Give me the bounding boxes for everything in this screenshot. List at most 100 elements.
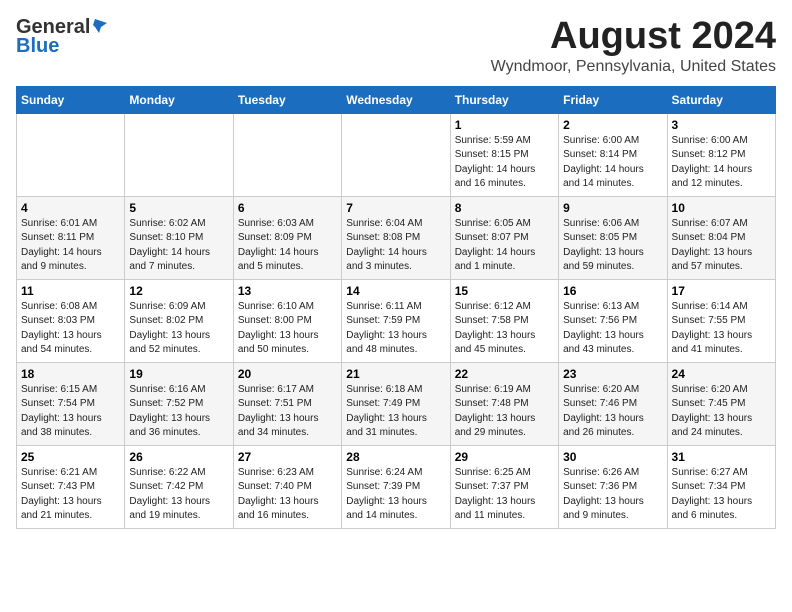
day-number: 24 [672, 367, 771, 381]
page-header: General Blue August 2024 Wyndmoor, Penns… [16, 16, 776, 76]
day-number: 30 [563, 450, 662, 464]
day-header-monday: Monday [125, 86, 233, 113]
day-number: 28 [346, 450, 445, 464]
day-info: Sunrise: 6:05 AM Sunset: 8:07 PM Dayligh… [455, 217, 554, 275]
day-info: Sunrise: 6:13 AM Sunset: 7:56 PM Dayligh… [563, 300, 662, 358]
title-area: August 2024 Wyndmoor, Pennsylvania, Unit… [491, 16, 776, 76]
calendar-week-row: 1 Sunrise: 5:59 AM Sunset: 8:15 PM Daylig… [17, 113, 776, 196]
calendar-day-cell: 31 Sunrise: 6:27 AM Sunset: 7:34 PM Dayli… [667, 445, 775, 528]
calendar-day-cell: 23 Sunrise: 6:20 AM Sunset: 7:46 PM Dayli… [559, 362, 667, 445]
calendar-day-cell: 15 Sunrise: 6:12 AM Sunset: 7:58 PM Dayli… [450, 279, 558, 362]
day-number: 19 [129, 367, 228, 381]
calendar-week-row: 11 Sunrise: 6:08 AM Sunset: 8:03 PM Dayli… [17, 279, 776, 362]
calendar-table: SundayMondayTuesdayWednesdayThursdayFrid… [16, 86, 776, 529]
location-title: Wyndmoor, Pennsylvania, United States [491, 58, 776, 76]
day-info: Sunrise: 6:02 AM Sunset: 8:10 PM Dayligh… [129, 217, 228, 275]
day-number: 23 [563, 367, 662, 381]
day-info: Sunrise: 6:23 AM Sunset: 7:40 PM Dayligh… [238, 466, 337, 524]
day-header-tuesday: Tuesday [233, 86, 341, 113]
calendar-day-cell: 30Sunrise: 6:26 AM Sunset: 7:36 PM Dayli… [559, 445, 667, 528]
day-number: 11 [21, 284, 120, 298]
day-info: Sunrise: 6:08 AM Sunset: 8:03 PM Dayligh… [21, 300, 120, 358]
calendar-day-cell: 22Sunrise: 6:19 AM Sunset: 7:48 PM Dayli… [450, 362, 558, 445]
calendar-day-cell [125, 113, 233, 196]
day-number: 27 [238, 450, 337, 464]
day-header-wednesday: Wednesday [342, 86, 450, 113]
day-info: Sunrise: 6:19 AM Sunset: 7:48 PM Dayligh… [455, 383, 554, 441]
logo: General Blue [16, 16, 109, 58]
day-number: 7 [346, 201, 445, 215]
day-info: Sunrise: 6:14 AM Sunset: 7:55 PM Dayligh… [672, 300, 771, 358]
day-number: 1 [455, 118, 554, 132]
day-number: 26 [129, 450, 228, 464]
day-info: Sunrise: 6:27 AM Sunset: 7:34 PM Dayligh… [672, 466, 771, 524]
month-title: August 2024 [491, 16, 776, 58]
calendar-day-cell: 11 Sunrise: 6:08 AM Sunset: 8:03 PM Dayli… [17, 279, 125, 362]
calendar-day-cell [342, 113, 450, 196]
day-number: 29 [455, 450, 554, 464]
calendar-day-cell: 20 Sunrise: 6:17 AM Sunset: 7:51 PM Dayli… [233, 362, 341, 445]
day-header-friday: Friday [559, 86, 667, 113]
calendar-day-cell: 1 Sunrise: 5:59 AM Sunset: 8:15 PM Daylig… [450, 113, 558, 196]
day-info: Sunrise: 6:03 AM Sunset: 8:09 PM Dayligh… [238, 217, 337, 275]
calendar-week-row: 25 Sunrise: 6:21 AM Sunset: 7:43 PM Dayli… [17, 445, 776, 528]
calendar-week-row: 18 Sunrise: 6:15 AM Sunset: 7:54 PM Dayli… [17, 362, 776, 445]
calendar-day-cell: 3Sunrise: 6:00 AM Sunset: 8:12 PM Daylig… [667, 113, 775, 196]
calendar-day-cell [233, 113, 341, 196]
day-number: 6 [238, 201, 337, 215]
day-info: Sunrise: 6:15 AM Sunset: 7:54 PM Dayligh… [21, 383, 120, 441]
calendar-day-cell: 14 Sunrise: 6:11 AM Sunset: 7:59 PM Dayli… [342, 279, 450, 362]
day-number: 20 [238, 367, 337, 381]
day-number: 4 [21, 201, 120, 215]
calendar-day-cell: 2 Sunrise: 6:00 AM Sunset: 8:14 PM Daylig… [559, 113, 667, 196]
day-info: Sunrise: 6:18 AM Sunset: 7:49 PM Dayligh… [346, 383, 445, 441]
day-info: Sunrise: 6:16 AM Sunset: 7:52 PM Dayligh… [129, 383, 228, 441]
calendar-day-cell: 21 Sunrise: 6:18 AM Sunset: 7:49 PM Dayli… [342, 362, 450, 445]
day-number: 31 [672, 450, 771, 464]
day-info: Sunrise: 6:09 AM Sunset: 8:02 PM Dayligh… [129, 300, 228, 358]
day-number: 21 [346, 367, 445, 381]
day-info: Sunrise: 6:21 AM Sunset: 7:43 PM Dayligh… [21, 466, 120, 524]
calendar-day-cell: 29 Sunrise: 6:25 AM Sunset: 7:37 PM Dayli… [450, 445, 558, 528]
day-info: Sunrise: 6:00 AM Sunset: 8:14 PM Dayligh… [563, 134, 662, 192]
day-number: 17 [672, 284, 771, 298]
day-info: Sunrise: 6:06 AM Sunset: 8:05 PM Dayligh… [563, 217, 662, 275]
day-number: 15 [455, 284, 554, 298]
day-number: 12 [129, 284, 228, 298]
calendar-day-cell: 4Sunrise: 6:01 AM Sunset: 8:11 PM Daylig… [17, 196, 125, 279]
calendar-day-cell: 27 Sunrise: 6:23 AM Sunset: 7:40 PM Dayli… [233, 445, 341, 528]
calendar-day-cell: 7 Sunrise: 6:04 AM Sunset: 8:08 PM Daylig… [342, 196, 450, 279]
day-info: Sunrise: 6:25 AM Sunset: 7:37 PM Dayligh… [455, 466, 554, 524]
day-info: Sunrise: 6:20 AM Sunset: 7:46 PM Dayligh… [563, 383, 662, 441]
calendar-day-cell: 16 Sunrise: 6:13 AM Sunset: 7:56 PM Dayli… [559, 279, 667, 362]
calendar-week-row: 4Sunrise: 6:01 AM Sunset: 8:11 PM Daylig… [17, 196, 776, 279]
day-info: Sunrise: 6:10 AM Sunset: 8:00 PM Dayligh… [238, 300, 337, 358]
day-number: 14 [346, 284, 445, 298]
day-info: Sunrise: 6:12 AM Sunset: 7:58 PM Dayligh… [455, 300, 554, 358]
day-number: 2 [563, 118, 662, 132]
day-info: Sunrise: 5:59 AM Sunset: 8:15 PM Dayligh… [455, 134, 554, 192]
day-info: Sunrise: 6:11 AM Sunset: 7:59 PM Dayligh… [346, 300, 445, 358]
day-number: 13 [238, 284, 337, 298]
day-number: 3 [672, 118, 771, 132]
day-info: Sunrise: 6:20 AM Sunset: 7:45 PM Dayligh… [672, 383, 771, 441]
day-number: 16 [563, 284, 662, 298]
day-info: Sunrise: 6:07 AM Sunset: 8:04 PM Dayligh… [672, 217, 771, 275]
calendar-day-cell: 9 Sunrise: 6:06 AM Sunset: 8:05 PM Daylig… [559, 196, 667, 279]
calendar-day-cell: 10 Sunrise: 6:07 AM Sunset: 8:04 PM Dayli… [667, 196, 775, 279]
day-number: 5 [129, 201, 228, 215]
day-info: Sunrise: 6:17 AM Sunset: 7:51 PM Dayligh… [238, 383, 337, 441]
day-number: 9 [563, 201, 662, 215]
calendar-header-row: SundayMondayTuesdayWednesdayThursdayFrid… [17, 86, 776, 113]
day-info: Sunrise: 6:04 AM Sunset: 8:08 PM Dayligh… [346, 217, 445, 275]
calendar-day-cell: 26Sunrise: 6:22 AM Sunset: 7:42 PM Dayli… [125, 445, 233, 528]
day-header-saturday: Saturday [667, 86, 775, 113]
calendar-day-cell: 24 Sunrise: 6:20 AM Sunset: 7:45 PM Dayli… [667, 362, 775, 445]
calendar-day-cell: 8Sunrise: 6:05 AM Sunset: 8:07 PM Daylig… [450, 196, 558, 279]
day-number: 10 [672, 201, 771, 215]
day-number: 25 [21, 450, 120, 464]
day-number: 18 [21, 367, 120, 381]
calendar-day-cell: 25 Sunrise: 6:21 AM Sunset: 7:43 PM Dayli… [17, 445, 125, 528]
calendar-day-cell: 28Sunrise: 6:24 AM Sunset: 7:39 PM Dayli… [342, 445, 450, 528]
day-header-sunday: Sunday [17, 86, 125, 113]
